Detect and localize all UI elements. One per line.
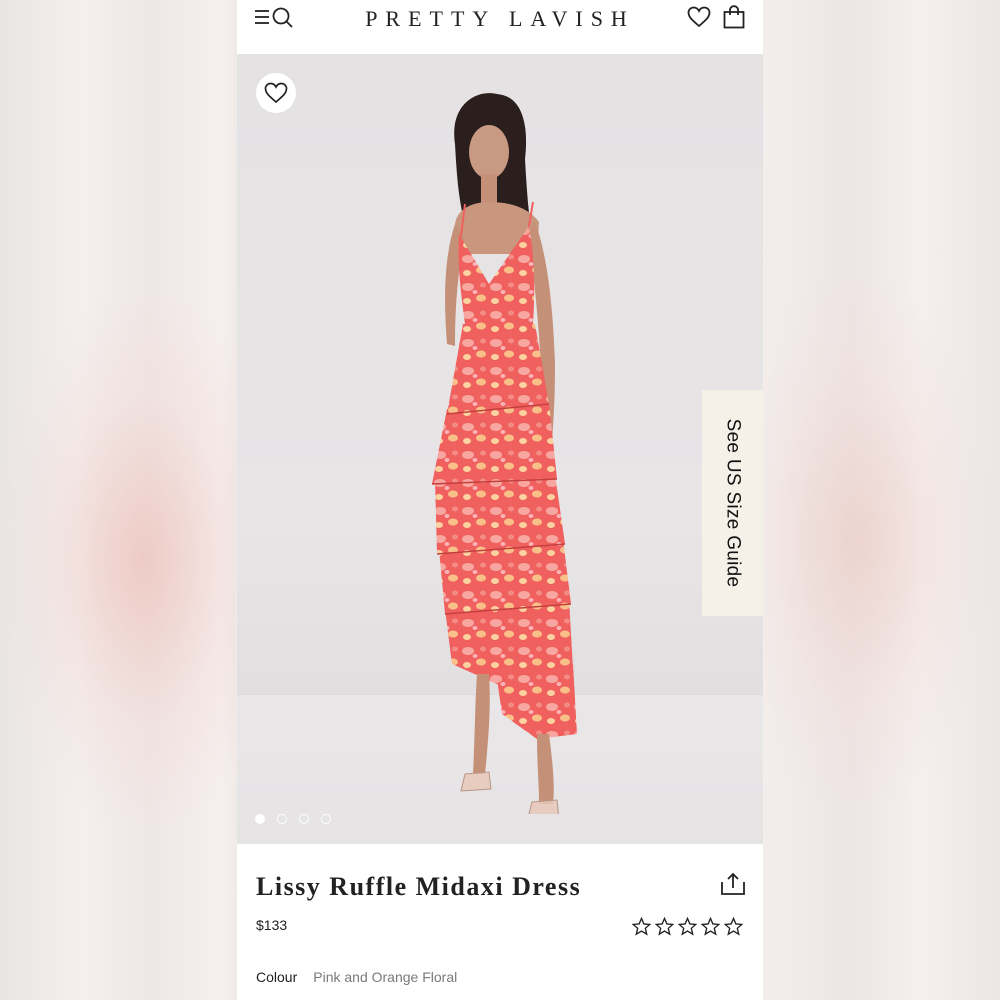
colour-label: Colour xyxy=(256,969,298,985)
product-image-gallery[interactable]: See US Size Guide xyxy=(237,54,763,844)
product-page: PRETTY LAVISH See US Size Guide Lissy Ru… xyxy=(237,0,763,1000)
brand-logo[interactable]: PRETTY LAVISH xyxy=(237,6,763,32)
heart-icon xyxy=(264,82,288,104)
share-icon[interactable] xyxy=(720,872,746,896)
gallery-pagination xyxy=(255,814,331,824)
gallery-dot-4[interactable] xyxy=(321,814,331,824)
shopping-bag-icon[interactable] xyxy=(723,5,745,29)
star-icon xyxy=(678,917,697,936)
background-glow-left xyxy=(0,300,236,820)
gallery-dot-1[interactable] xyxy=(255,814,265,824)
size-guide-label: See US Size Guide xyxy=(722,418,744,588)
heart-icon[interactable] xyxy=(687,6,711,28)
product-price: $133 xyxy=(256,917,288,933)
colour-row: Colour Pink and Orange Floral xyxy=(256,969,457,985)
add-to-wishlist-button[interactable] xyxy=(256,73,296,113)
size-guide-button[interactable]: See US Size Guide xyxy=(702,390,763,616)
star-icon xyxy=(724,917,743,936)
gallery-dot-2[interactable] xyxy=(277,814,287,824)
gallery-dot-3[interactable] xyxy=(299,814,309,824)
product-title: Lissy Ruffle Midaxi Dress xyxy=(256,872,582,901)
star-icon xyxy=(655,917,674,936)
colour-value: Pink and Orange Floral xyxy=(313,969,458,985)
site-header: PRETTY LAVISH xyxy=(237,0,763,54)
model-in-dress-image xyxy=(431,93,577,814)
rating-stars[interactable] xyxy=(632,917,743,936)
product-info: Lissy Ruffle Midaxi Dress $133 Colour Pi… xyxy=(237,844,763,1000)
star-icon xyxy=(701,917,720,936)
background-glow-right xyxy=(764,280,1000,800)
star-icon xyxy=(632,917,651,936)
